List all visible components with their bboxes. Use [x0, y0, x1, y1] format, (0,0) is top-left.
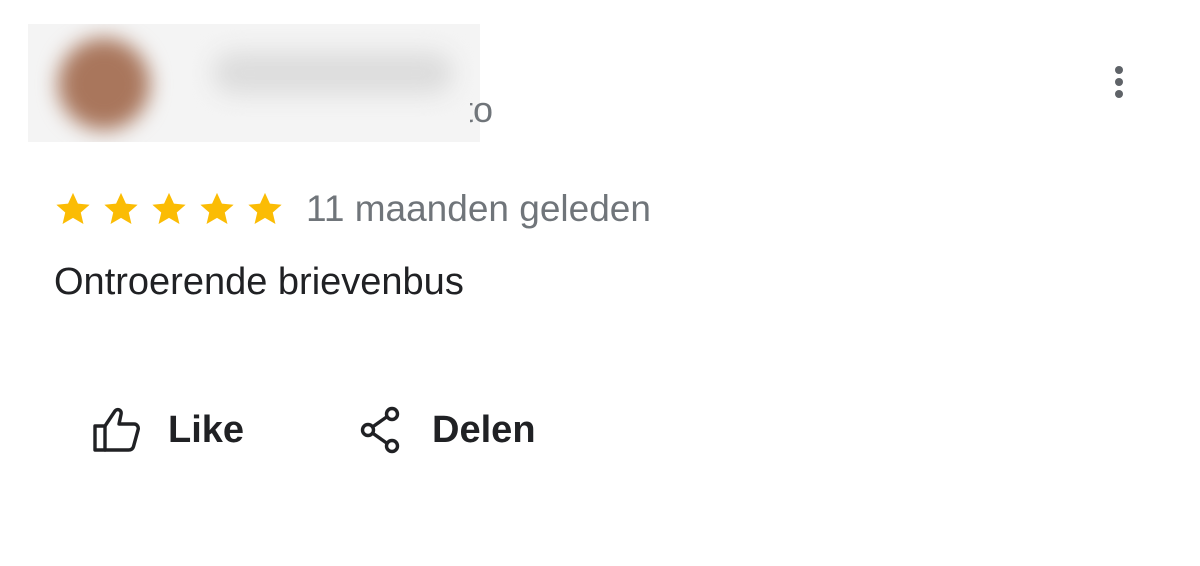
author-header-redacted [28, 24, 480, 142]
share-button[interactable]: Delen [356, 400, 536, 460]
star-icon [152, 192, 186, 225]
thumb-up-icon [93, 407, 140, 452]
share-icon [360, 406, 400, 454]
star-rating [54, 190, 294, 228]
avatar[interactable] [58, 38, 150, 130]
rating-row: 11 maanden geleden [54, 184, 651, 234]
like-button[interactable]: Like [90, 400, 244, 460]
star-icon [248, 192, 282, 225]
review-text: Ontroerende brievenbus [54, 261, 464, 303]
review-date: 11 maanden geleden [306, 188, 651, 229]
review-card: to 11 maanden geleden Ontroerende brieve… [0, 0, 1200, 566]
more-options-button[interactable] [1100, 58, 1140, 106]
share-label: Delen [432, 408, 536, 451]
author-subtitle: to [470, 90, 494, 130]
like-label: Like [168, 408, 245, 451]
review-actions: Like Delen [90, 400, 536, 460]
star-icon [56, 192, 90, 225]
star-icon [104, 192, 138, 225]
author-name-redacted[interactable] [213, 52, 453, 94]
star-icon [200, 192, 234, 225]
